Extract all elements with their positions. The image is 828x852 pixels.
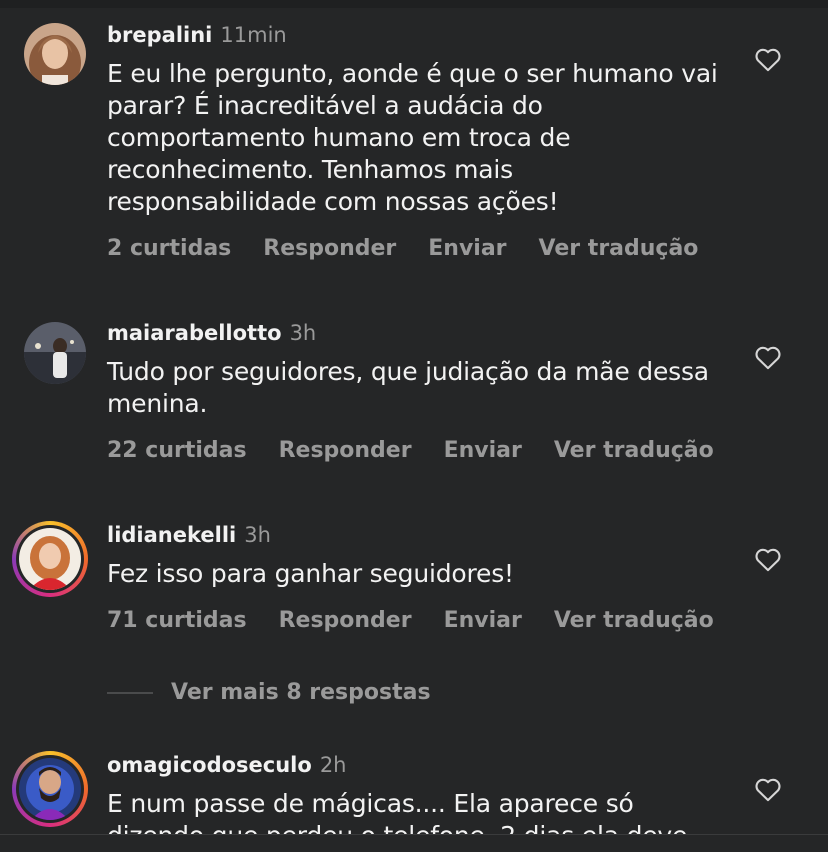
bottom-bar: [0, 834, 828, 852]
reply-button[interactable]: Responder: [279, 608, 412, 633]
comment-text: Tudo por seguidores, que judiação da mãe…: [107, 357, 709, 418]
comment-actions: 71 curtidas Responder Enviar Ver tradução: [107, 607, 746, 635]
translate-button[interactable]: Ver tradução: [554, 608, 714, 633]
comment-actions: 22 curtidas Responder Enviar Ver tradução: [107, 437, 746, 465]
comment-text: E num passe de mágicas.... Ela aparece s…: [107, 789, 687, 834]
timestamp: 11min: [220, 23, 287, 47]
translate-button[interactable]: Ver tradução: [539, 236, 699, 261]
comments-list: brepalini 11min E eu lhe pergunto, aonde …: [0, 0, 828, 834]
comment-text: E eu lhe pergunto, aonde é que o ser hum…: [107, 59, 718, 216]
comment-text: Fez isso para ganhar seguidores!: [107, 559, 514, 588]
username[interactable]: brepalini: [107, 23, 212, 47]
heart-icon[interactable]: [754, 46, 782, 72]
likes-count[interactable]: 2 curtidas: [107, 236, 231, 261]
username[interactable]: lidianekelli: [107, 523, 236, 547]
heart-icon[interactable]: [754, 546, 782, 572]
replies-divider: [107, 692, 153, 694]
avatar[interactable]: [24, 23, 86, 85]
comment-header: omagicodoseculo 2h: [107, 752, 346, 778]
username[interactable]: maiarabellotto: [107, 321, 282, 345]
avatar[interactable]: [24, 322, 86, 384]
send-button[interactable]: Enviar: [444, 608, 522, 633]
view-more-replies-label: Ver mais 8 respostas: [171, 680, 431, 705]
likes-count[interactable]: 71 curtidas: [107, 608, 247, 633]
avatar-story-ring[interactable]: [12, 751, 88, 827]
reply-button[interactable]: Responder: [279, 438, 412, 463]
likes-count[interactable]: 22 curtidas: [107, 438, 247, 463]
translate-button[interactable]: Ver tradução: [554, 438, 714, 463]
username[interactable]: omagicodoseculo: [107, 753, 312, 777]
heart-icon[interactable]: [754, 776, 782, 802]
comment-header: brepalini 11min: [107, 22, 287, 48]
avatar-story-ring[interactable]: [12, 521, 88, 597]
send-button[interactable]: Enviar: [428, 236, 506, 261]
timestamp: 3h: [289, 321, 317, 345]
comment-header: lidianekelli 3h: [107, 522, 271, 548]
comment-actions: 2 curtidas Responder Enviar Ver tradução: [107, 235, 730, 263]
comment-header: maiarabellotto 3h: [107, 320, 316, 346]
send-button[interactable]: Enviar: [444, 438, 522, 463]
reply-button[interactable]: Responder: [263, 236, 396, 261]
timestamp: 2h: [319, 753, 347, 777]
timestamp: 3h: [244, 523, 271, 547]
heart-icon[interactable]: [754, 344, 782, 370]
